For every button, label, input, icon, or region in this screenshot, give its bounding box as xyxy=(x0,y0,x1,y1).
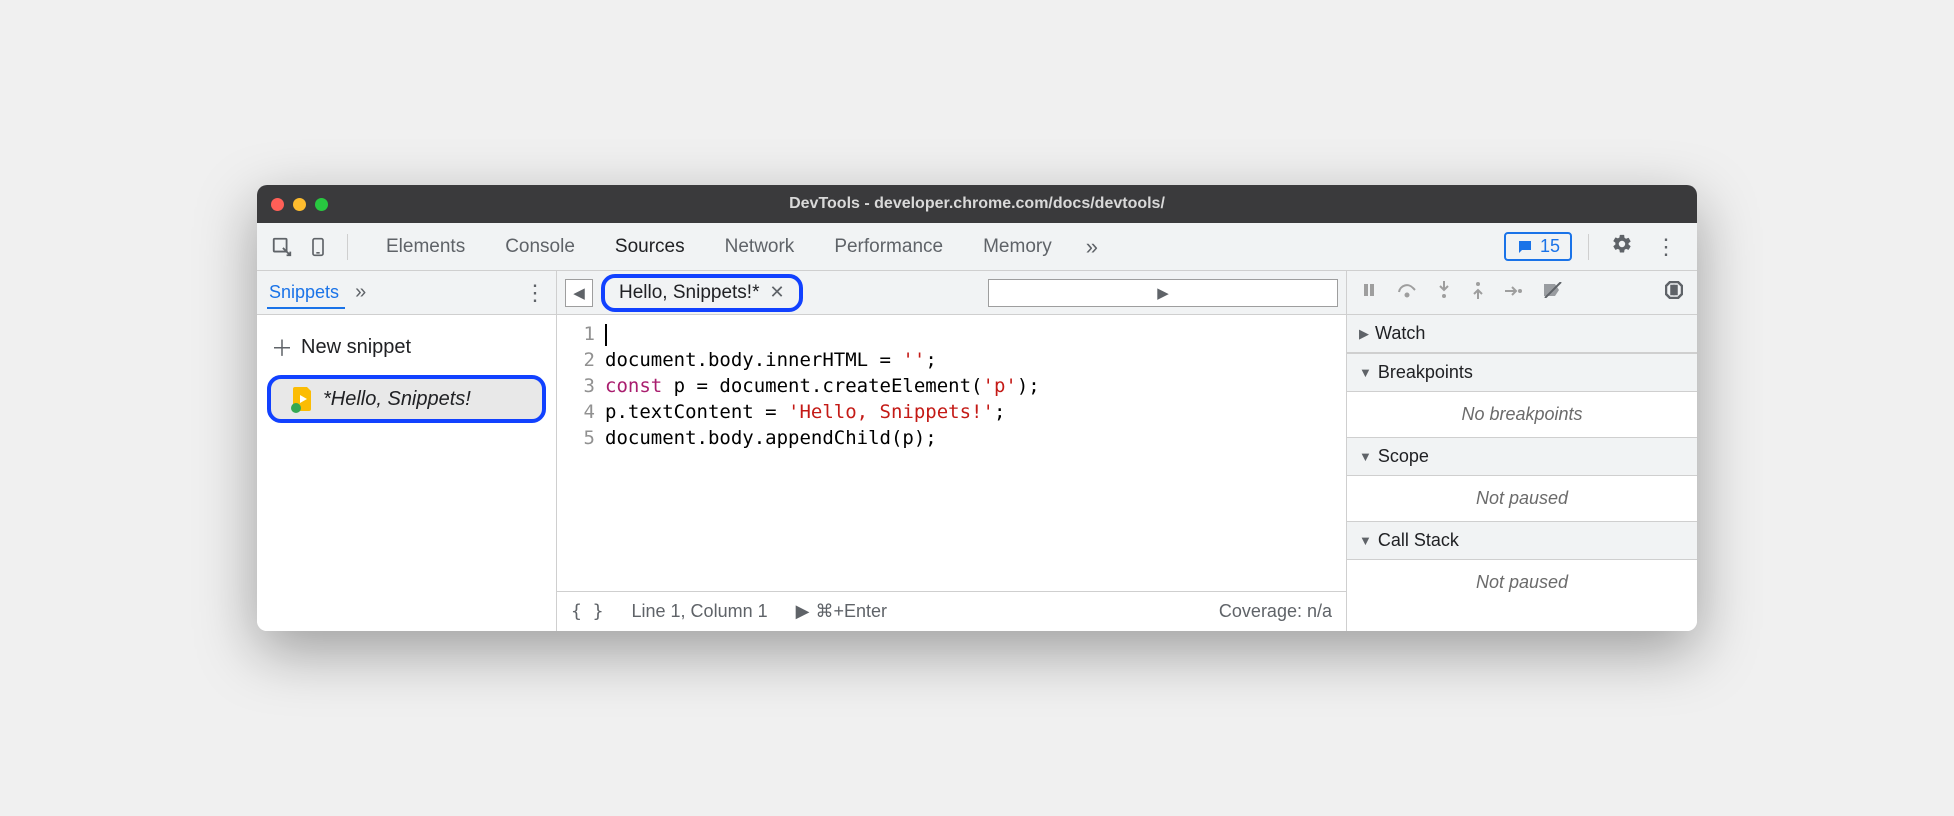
sidebar-header: Snippets » ⋮ xyxy=(257,271,556,315)
step-out-icon[interactable] xyxy=(1471,281,1485,304)
line-gutter: 12345 xyxy=(557,321,605,585)
close-tab-icon[interactable]: ✕ xyxy=(769,282,784,303)
more-tabs-icon[interactable]: » xyxy=(1072,234,1112,260)
separator xyxy=(1588,234,1589,260)
traffic-lights xyxy=(271,198,328,211)
pretty-print-icon[interactable]: { } xyxy=(571,601,604,622)
tab-performance[interactable]: Performance xyxy=(814,223,963,271)
editor-tab[interactable]: Hello, Snippets!* ✕ xyxy=(601,274,803,312)
inspect-element-icon[interactable] xyxy=(269,234,295,260)
editor-statusbar: { } Line 1, Column 1 ▶ ⌘+Enter Coverage:… xyxy=(557,591,1346,631)
main-area: Snippets » ⋮ ＋ New snippet *Hello, Snipp… xyxy=(257,271,1697,631)
section-watch[interactable]: ▶ Watch xyxy=(1347,315,1697,353)
sidebar-body: ＋ New snippet *Hello, Snippets! xyxy=(257,315,556,427)
step-into-icon[interactable] xyxy=(1437,281,1451,304)
cursor-position: Line 1, Column 1 xyxy=(632,601,768,622)
pause-on-exceptions-icon[interactable] xyxy=(1665,281,1683,304)
nav-next-icon[interactable]: ▶ xyxy=(988,279,1338,307)
tab-elements[interactable]: Elements xyxy=(366,223,485,271)
tab-memory[interactable]: Memory xyxy=(963,223,1072,271)
run-hint: ⌘+Enter xyxy=(815,601,887,622)
tab-network[interactable]: Network xyxy=(705,223,815,271)
navigator-sidebar: Snippets » ⋮ ＋ New snippet *Hello, Snipp… xyxy=(257,271,557,631)
tab-console[interactable]: Console xyxy=(485,223,595,271)
snippet-item-label: *Hello, Snippets! xyxy=(323,388,471,411)
sidebar-pane-label[interactable]: Snippets xyxy=(267,282,345,309)
step-over-icon[interactable] xyxy=(1397,282,1417,303)
window-title: DevTools - developer.chrome.com/docs/dev… xyxy=(789,195,1165,213)
snippet-file-icon xyxy=(293,387,313,411)
tab-sources[interactable]: Sources xyxy=(595,223,705,271)
nav-prev-icon[interactable]: ◀ xyxy=(565,279,593,307)
modified-dot-icon xyxy=(291,403,301,413)
snippet-item[interactable]: *Hello, Snippets! xyxy=(267,375,546,423)
device-toggle-icon[interactable] xyxy=(305,234,331,260)
close-window-icon[interactable] xyxy=(271,198,284,211)
step-icon[interactable] xyxy=(1505,284,1523,302)
section-scope[interactable]: ▼ Scope xyxy=(1347,437,1697,476)
debug-toolbar xyxy=(1347,271,1697,315)
new-snippet-label: New snippet xyxy=(301,336,411,359)
callstack-body: Not paused xyxy=(1347,560,1697,605)
panel-tabs: Elements Console Sources Network Perform… xyxy=(366,223,1490,271)
more-options-icon[interactable]: ⋮ xyxy=(1649,234,1683,260)
settings-gear-icon[interactable] xyxy=(1605,233,1639,261)
devtools-window: DevTools - developer.chrome.com/docs/dev… xyxy=(257,185,1697,631)
issues-count: 15 xyxy=(1540,236,1560,257)
expand-down-icon: ▼ xyxy=(1359,365,1372,380)
editor-tab-label: Hello, Snippets!* xyxy=(619,282,759,304)
minimize-window-icon[interactable] xyxy=(293,198,306,211)
code-editor[interactable]: 12345 document.body.innerHTML = '';const… xyxy=(557,315,1346,591)
expand-down-icon: ▼ xyxy=(1359,533,1372,548)
expand-right-icon: ▶ xyxy=(1359,326,1369,342)
sidebar-more-icon[interactable]: ⋮ xyxy=(524,280,546,306)
section-callstack[interactable]: ▼ Call Stack xyxy=(1347,521,1697,560)
section-breakpoints-label: Breakpoints xyxy=(1378,362,1473,383)
debugger-pane: ▶ Watch ▼ Breakpoints No breakpoints ▼ S… xyxy=(1347,271,1697,631)
more-panes-icon[interactable]: » xyxy=(355,281,366,304)
section-callstack-label: Call Stack xyxy=(1378,530,1459,551)
section-scope-label: Scope xyxy=(1378,446,1429,467)
plus-icon: ＋ xyxy=(271,331,293,363)
deactivate-breakpoints-icon[interactable] xyxy=(1543,282,1563,303)
scope-body: Not paused xyxy=(1347,476,1697,521)
titlebar: DevTools - developer.chrome.com/docs/dev… xyxy=(257,185,1697,223)
chat-icon xyxy=(1516,238,1534,256)
coverage-status: Coverage: n/a xyxy=(1219,601,1332,622)
play-icon: ▶ xyxy=(796,601,810,622)
zoom-window-icon[interactable] xyxy=(315,198,328,211)
editor-pane: ◀ Hello, Snippets!* ✕ ▶ 12345 document.b… xyxy=(557,271,1347,631)
section-watch-label: Watch xyxy=(1375,323,1425,344)
separator xyxy=(347,234,348,260)
code-lines[interactable]: document.body.innerHTML = '';const p = d… xyxy=(605,321,1346,585)
main-toolbar: Elements Console Sources Network Perform… xyxy=(257,223,1697,271)
expand-down-icon: ▼ xyxy=(1359,449,1372,464)
new-snippet-button[interactable]: ＋ New snippet xyxy=(257,323,556,371)
breakpoints-body: No breakpoints xyxy=(1347,392,1697,437)
section-breakpoints[interactable]: ▼ Breakpoints xyxy=(1347,353,1697,392)
issues-badge[interactable]: 15 xyxy=(1504,232,1572,261)
pause-icon[interactable] xyxy=(1361,282,1377,303)
run-snippet-button[interactable]: ▶ ⌘+Enter xyxy=(796,601,887,622)
editor-tabbar: ◀ Hello, Snippets!* ✕ ▶ xyxy=(557,271,1346,315)
